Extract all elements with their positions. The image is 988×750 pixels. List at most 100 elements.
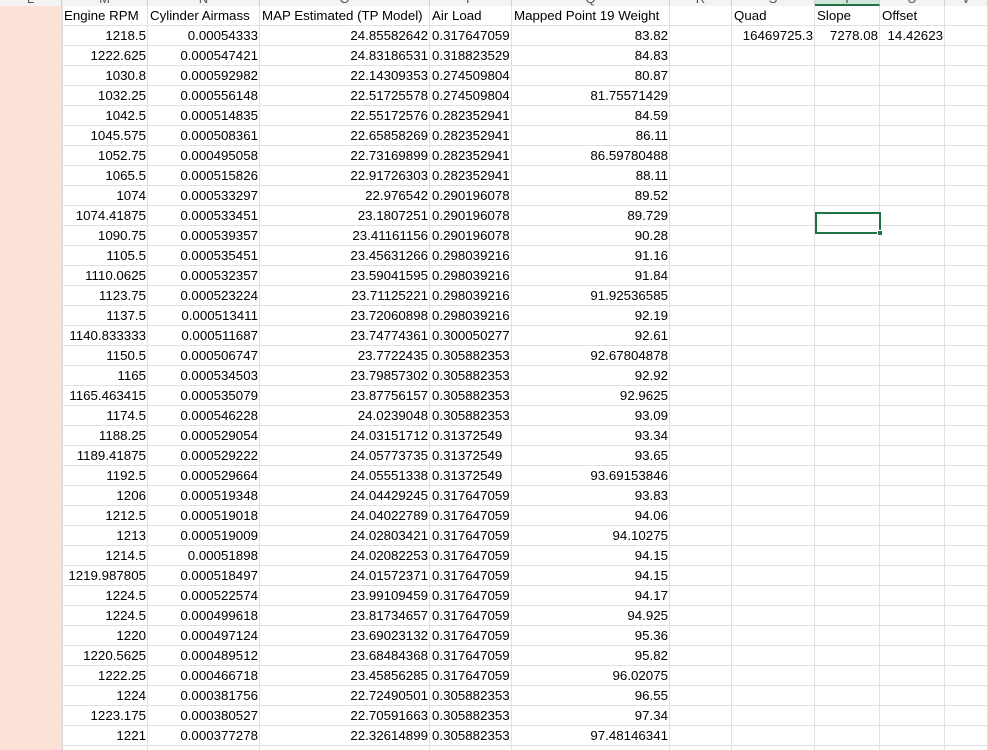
- mapped-weight-cell[interactable]: 94.17: [512, 586, 670, 606]
- map-estimated-cell[interactable]: 24.05551338: [260, 466, 430, 486]
- cylinder-airmass-cell[interactable]: 0.000535451: [148, 246, 260, 266]
- mapped-weight-cell[interactable]: 94.15: [512, 546, 670, 566]
- map-estimated-cell[interactable]: 22.72490501: [260, 686, 430, 706]
- engine-rpm-cell[interactable]: 1137.5: [62, 306, 148, 326]
- cylinder-airmass-cell[interactable]: 0.000489512: [148, 646, 260, 666]
- air-load-cell[interactable]: 0.298039216: [430, 286, 512, 306]
- engine-rpm-cell[interactable]: 1188.25: [62, 426, 148, 446]
- mapped-weight-cell[interactable]: 92.67804878: [512, 346, 670, 366]
- air-load-cell[interactable]: 0.317647059: [430, 666, 512, 686]
- engine-rpm-cell[interactable]: 1219.987805: [62, 566, 148, 586]
- engine-rpm-cell[interactable]: 1150.5: [62, 346, 148, 366]
- header-cell-q[interactable]: Mapped Point 19 Weight: [512, 6, 670, 26]
- engine-rpm-cell[interactable]: 1074: [62, 186, 148, 206]
- mapped-weight-cell[interactable]: 83.82: [512, 26, 670, 46]
- engine-rpm-cell[interactable]: 1220: [62, 626, 148, 646]
- air-load-cell[interactable]: 0.317647059: [430, 486, 512, 506]
- air-load-cell[interactable]: 0.298039216: [430, 246, 512, 266]
- air-load-cell[interactable]: 0.317647059: [430, 526, 512, 546]
- mapped-weight-cell[interactable]: 91.92536585: [512, 286, 670, 306]
- map-estimated-cell[interactable]: 24.83186531: [260, 46, 430, 66]
- cylinder-airmass-cell[interactable]: 0.000380527: [148, 706, 260, 726]
- engine-rpm-cell[interactable]: 1140.833333: [62, 326, 148, 346]
- map-estimated-cell[interactable]: 23.59041595: [260, 266, 430, 286]
- air-load-cell[interactable]: 0.274509804: [430, 66, 512, 86]
- cylinder-airmass-cell[interactable]: 0.000508361: [148, 126, 260, 146]
- header-cell-m[interactable]: Engine RPM: [62, 6, 148, 26]
- map-estimated-cell[interactable]: 22.91726303: [260, 166, 430, 186]
- cylinder-airmass-cell[interactable]: 0.00054333: [148, 26, 260, 46]
- map-estimated-cell[interactable]: 24.02803421: [260, 526, 430, 546]
- mapped-weight-cell[interactable]: 94.925: [512, 606, 670, 626]
- cylinder-airmass-cell[interactable]: 0.000495058: [148, 146, 260, 166]
- map-estimated-cell[interactable]: 24.0239048: [260, 406, 430, 426]
- cylinder-airmass-cell[interactable]: 0.000556148: [148, 86, 260, 106]
- mapped-weight-cell[interactable]: 91.84: [512, 266, 670, 286]
- cylinder-airmass-cell[interactable]: 0.000497124: [148, 626, 260, 646]
- mapped-weight-cell[interactable]: 94.06: [512, 506, 670, 526]
- engine-rpm-cell[interactable]: 1105.5: [62, 246, 148, 266]
- cylinder-airmass-cell[interactable]: 0.000535079: [148, 386, 260, 406]
- map-estimated-cell[interactable]: 24.02082253: [260, 546, 430, 566]
- air-load-cell[interactable]: 0.317647059: [430, 626, 512, 646]
- engine-rpm-cell[interactable]: 1052.75: [62, 146, 148, 166]
- engine-rpm-cell[interactable]: 1224.5: [62, 586, 148, 606]
- engine-rpm-cell[interactable]: 1214.5: [62, 546, 148, 566]
- engine-rpm-cell[interactable]: 1165: [62, 366, 148, 386]
- mapped-weight-cell[interactable]: 91.16: [512, 246, 670, 266]
- mapped-weight-cell[interactable]: 93.09: [512, 406, 670, 426]
- quad-value-cell[interactable]: 16469725.3: [732, 26, 815, 46]
- mapped-weight-cell[interactable]: 92.19: [512, 306, 670, 326]
- air-load-cell[interactable]: 0.305882353: [430, 366, 512, 386]
- air-load-cell[interactable]: 0.317647059: [430, 646, 512, 666]
- map-estimated-cell[interactable]: 23.41161156: [260, 226, 430, 246]
- air-load-cell[interactable]: 0.31372549: [430, 446, 512, 466]
- air-load-cell[interactable]: 0.31372549: [430, 466, 512, 486]
- mapped-weight-cell[interactable]: 93.65: [512, 446, 670, 466]
- mapped-weight-cell[interactable]: 96.02075: [512, 666, 670, 686]
- engine-rpm-cell[interactable]: 1220.5625: [62, 646, 148, 666]
- map-estimated-cell[interactable]: 22.70591663: [260, 706, 430, 726]
- air-load-cell[interactable]: 0.274509804: [430, 86, 512, 106]
- cylinder-airmass-cell[interactable]: 0.000534503: [148, 366, 260, 386]
- cylinder-airmass-cell[interactable]: 0.000377278: [148, 726, 260, 746]
- cylinder-airmass-cell[interactable]: 0.000514835: [148, 106, 260, 126]
- mapped-weight-cell[interactable]: 92.61: [512, 326, 670, 346]
- engine-rpm-cell[interactable]: 1218.5: [62, 26, 148, 46]
- air-load-cell[interactable]: 0.317647059: [430, 546, 512, 566]
- engine-rpm-cell[interactable]: 1065.5: [62, 166, 148, 186]
- mapped-weight-cell[interactable]: 80.87: [512, 66, 670, 86]
- map-estimated-cell[interactable]: 23.68484368: [260, 646, 430, 666]
- air-load-cell[interactable]: 0.305882353: [430, 686, 512, 706]
- map-estimated-cell[interactable]: 24.04429245: [260, 486, 430, 506]
- engine-rpm-cell[interactable]: 1090.75: [62, 226, 148, 246]
- map-estimated-cell[interactable]: 22.65858269: [260, 126, 430, 146]
- mapped-weight-cell[interactable]: 94.10275: [512, 526, 670, 546]
- map-estimated-cell[interactable]: 23.45631266: [260, 246, 430, 266]
- cylinder-airmass-cell[interactable]: 0.000513411: [148, 306, 260, 326]
- cylinder-airmass-cell[interactable]: 0.000519348: [148, 486, 260, 506]
- mapped-weight-cell[interactable]: 97.34: [512, 706, 670, 726]
- engine-rpm-cell[interactable]: 1045.575: [62, 126, 148, 146]
- air-load-cell[interactable]: 0.282352941: [430, 126, 512, 146]
- mapped-weight-cell[interactable]: 81.75571429: [512, 86, 670, 106]
- offset-value-cell[interactable]: 14.42623: [880, 26, 945, 46]
- mapped-weight-cell[interactable]: 96.55: [512, 686, 670, 706]
- cylinder-airmass-cell[interactable]: 0.000518497: [148, 566, 260, 586]
- engine-rpm-cell[interactable]: 1123.75: [62, 286, 148, 306]
- map-estimated-cell[interactable]: 22.976542: [260, 186, 430, 206]
- air-load-cell[interactable]: 0.282352941: [430, 166, 512, 186]
- selected-cell-t10[interactable]: [815, 212, 881, 234]
- engine-rpm-cell[interactable]: 1223.175: [62, 706, 148, 726]
- mapped-weight-cell[interactable]: 90.28: [512, 226, 670, 246]
- engine-rpm-cell[interactable]: 1221: [62, 726, 148, 746]
- mapped-weight-cell[interactable]: 92.9625: [512, 386, 670, 406]
- engine-rpm-cell[interactable]: 1212.5: [62, 506, 148, 526]
- cylinder-airmass-cell[interactable]: 0.000499618: [148, 606, 260, 626]
- map-estimated-cell[interactable]: 22.73169899: [260, 146, 430, 166]
- mapped-weight-cell[interactable]: 95.36: [512, 626, 670, 646]
- header-cell-o[interactable]: MAP Estimated (TP Model): [260, 6, 430, 26]
- engine-rpm-cell[interactable]: 1030.8: [62, 66, 148, 86]
- map-estimated-cell[interactable]: 24.85582642: [260, 26, 430, 46]
- header-cell-s[interactable]: Quad: [732, 6, 815, 26]
